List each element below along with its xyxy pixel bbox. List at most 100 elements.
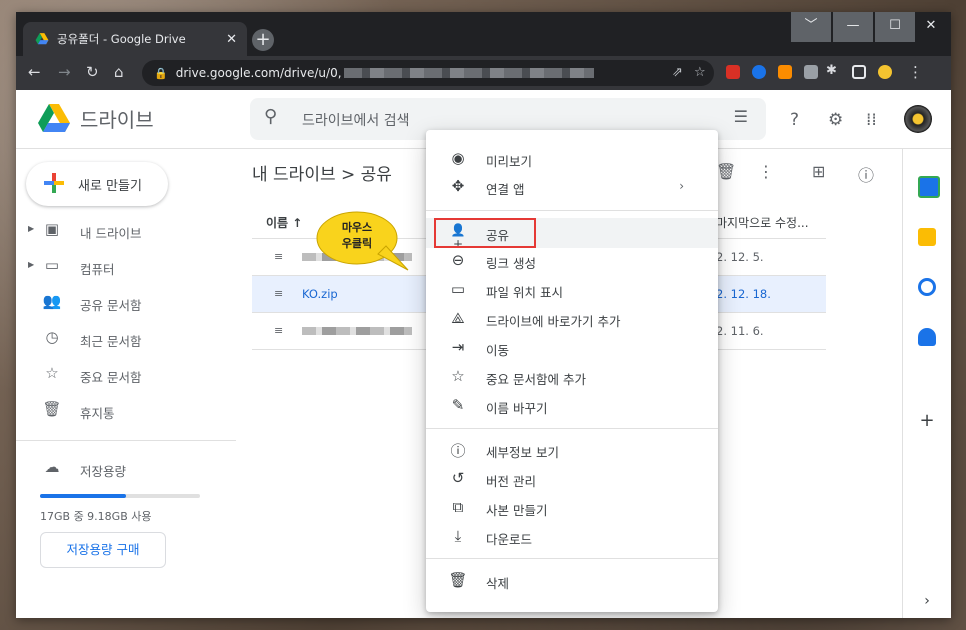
move-to-icon: ⇥ [451, 338, 465, 356]
close-window-button[interactable]: ✕ [911, 12, 951, 42]
file-name-redacted [302, 327, 412, 335]
tab-close-icon[interactable]: ✕ [226, 32, 237, 47]
tab-search-button[interactable]: ﹀ [791, 12, 831, 42]
puzzle-icon[interactable]: ✱ [826, 63, 837, 78]
help-icon[interactable]: ? [790, 110, 799, 130]
google-drive-icon [35, 33, 49, 45]
sidebar-item-storage[interactable]: ☁ 저장용량 [16, 452, 236, 486]
sidebar-item-label: 공유 문서함 [80, 298, 142, 313]
menu-item-label: 삭제 [486, 576, 510, 591]
menu-item-show-location[interactable]: ▭ 파일 위치 표시 [426, 275, 718, 305]
back-icon[interactable]: ← [28, 63, 41, 81]
contacts-icon[interactable] [918, 328, 936, 346]
extension-icon[interactable] [752, 65, 766, 79]
lock-icon: 🔒 [154, 66, 168, 80]
menu-item-make-copy[interactable]: ⧉ 사본 만들기 [426, 493, 718, 523]
url-redacted [343, 68, 594, 78]
add-shortcut-icon: ⟁ [451, 309, 465, 327]
buy-storage-button[interactable]: 저장용량 구매 [40, 532, 166, 568]
reload-icon[interactable]: ↻ [86, 63, 99, 81]
keep-icon[interactable] [918, 228, 936, 246]
highlight-box [434, 218, 536, 248]
browser-tab[interactable]: 공유폴더 - Google Drive ✕ [23, 22, 247, 56]
menu-item-delete[interactable]: 🗑 삭제 [426, 566, 718, 596]
camera-extension-icon[interactable] [804, 65, 818, 79]
computer-icon: ▭ [44, 256, 60, 274]
new-tab-button[interactable]: + [252, 29, 274, 51]
trash-icon: 🗑 [42, 400, 62, 418]
callout-line: 마우스 [341, 221, 373, 234]
star-icon: ☆ [451, 367, 465, 385]
apps-grid-icon[interactable]: ⁞⁞ [866, 110, 877, 130]
menu-item-get-link[interactable]: ⊖ 링크 생성 [426, 246, 718, 276]
column-modified[interactable]: 마지막으로 수정... [716, 214, 809, 231]
side-panel-icon[interactable] [852, 65, 866, 79]
expand-panel-icon[interactable]: › [918, 592, 936, 610]
new-button[interactable]: 새로 만들기 [26, 162, 168, 206]
menu-item-label: 파일 위치 표시 [486, 285, 563, 300]
breadcrumb[interactable]: 내 드라이브 > 공유 [252, 160, 392, 185]
maximize-button[interactable]: ☐ [875, 12, 915, 42]
zip-file-icon: ≡ [274, 287, 284, 300]
minimize-button[interactable]: — [833, 12, 873, 42]
avatar[interactable] [904, 105, 932, 133]
menu-item-label: 이동 [486, 343, 510, 358]
menu-item-preview[interactable]: ◉ 미리보기 [426, 144, 718, 174]
sidebar-item-my-drive[interactable]: ▶ ▣ 내 드라이브 [16, 214, 236, 248]
zip-file-icon: ≡ [274, 324, 284, 337]
share-page-icon[interactable]: ⇗ [672, 65, 683, 80]
extension-icon[interactable] [726, 65, 740, 79]
grid-view-icon[interactable]: ⊞ [812, 162, 825, 181]
search-options-icon[interactable]: ☰ [734, 107, 748, 126]
add-addon-icon[interactable]: + [918, 412, 936, 430]
drive-logo[interactable] [38, 104, 70, 132]
menu-item-versions[interactable]: ↺ 버전 관리 [426, 464, 718, 494]
home-icon[interactable]: ⌂ [114, 63, 124, 81]
people-icon: 👥 [42, 292, 62, 310]
menu-item-download[interactable]: ⤓ 다운로드 [426, 522, 718, 552]
address-bar[interactable]: 🔒 drive.google.com/drive/u/0, ⇗ ☆ [142, 60, 714, 86]
copy-icon: ⧉ [452, 498, 464, 516]
menu-item-star[interactable]: ☆ 중요 문서함에 추가 [426, 362, 718, 392]
file-name: KO.zip [302, 287, 338, 301]
menu-item-move[interactable]: ⇥ 이동 [426, 333, 718, 363]
menu-item-label: 사본 만들기 [486, 503, 548, 518]
history-icon: ↺ [451, 469, 465, 487]
calendar-icon[interactable] [918, 176, 940, 198]
storage-bar-fill [40, 494, 127, 498]
bookmark-star-icon[interactable]: ☆ [694, 65, 706, 80]
url-text: drive.google.com/drive/u/0, [175, 66, 342, 80]
info-icon: ⓘ [450, 442, 466, 460]
menu-dots-icon[interactable]: ⋮ [908, 63, 923, 81]
sidebar-item-shared[interactable]: 👥 공유 문서함 [16, 286, 236, 320]
menu-item-label: 세부정보 보기 [486, 445, 559, 460]
info-icon[interactable]: ⓘ [858, 162, 874, 186]
forward-icon[interactable]: → [58, 63, 71, 81]
sidebar-item-starred[interactable]: ☆ 중요 문서함 [16, 358, 236, 392]
sidebar-item-computers[interactable]: ▶ ▭ 컴퓨터 [16, 250, 236, 284]
storage-bar [40, 494, 200, 498]
column-name[interactable]: 이름 ↑ [266, 214, 302, 231]
callout-line: 우클릭 [341, 237, 373, 250]
storage-label: 저장용량 [80, 464, 127, 479]
menu-item-details[interactable]: ⓘ 세부정보 보기 [426, 435, 718, 465]
side-panel: + › [902, 148, 951, 618]
extension-icon[interactable] [778, 65, 792, 79]
menu-item-open-with[interactable]: ✥ 연결 앱 › [426, 172, 718, 202]
more-options-icon[interactable]: ⋮ [758, 162, 774, 181]
menu-divider [426, 558, 718, 559]
expand-arrow-icon[interactable]: ▶ [28, 260, 34, 269]
sidebar-item-recent[interactable]: ◷ 최근 문서함 [16, 322, 236, 356]
search-icon[interactable]: ⚲ [264, 106, 277, 127]
menu-item-rename[interactable]: ✎ 이름 바꾸기 [426, 391, 718, 421]
trash-icon[interactable]: 🗑 [716, 162, 736, 181]
expand-arrow-icon[interactable]: ▶ [28, 224, 34, 233]
gear-icon[interactable]: ⚙ [828, 110, 843, 130]
tasks-icon[interactable] [918, 278, 936, 296]
zip-file-icon: ≡ [274, 250, 284, 263]
sidebar-item-trash[interactable]: 🗑 휴지통 [16, 394, 236, 428]
right-click-callout: 마우스 우클릭 [316, 210, 409, 271]
plus-icon [44, 173, 64, 193]
profile-icon[interactable] [878, 65, 892, 79]
menu-item-add-shortcut[interactable]: ⟁ 드라이브에 바로가기 추가 [426, 304, 718, 334]
